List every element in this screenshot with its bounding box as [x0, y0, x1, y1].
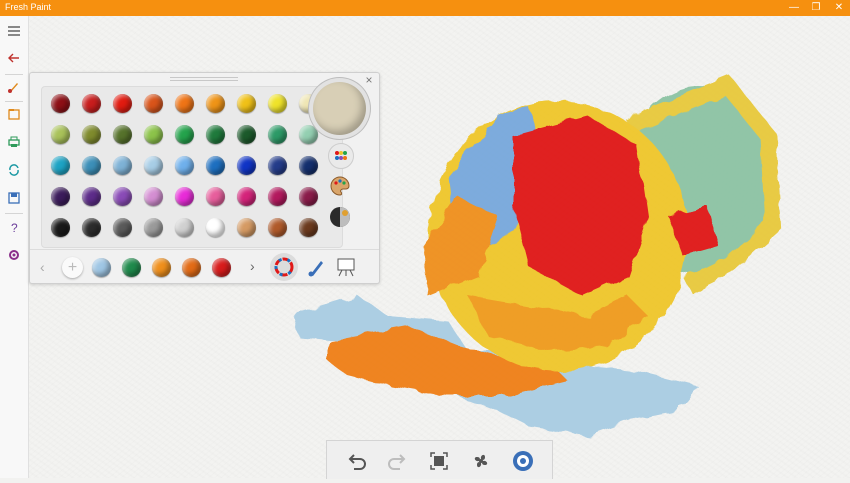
bottom-toolbar	[326, 440, 553, 479]
undo-icon[interactable]	[343, 447, 371, 475]
color-swatch-grid	[41, 86, 343, 248]
color-swatch[interactable]	[237, 156, 256, 175]
chevron-right-icon[interactable]: ›	[250, 258, 255, 274]
brush-settings-icon[interactable]	[509, 447, 537, 475]
color-swatch[interactable]	[113, 94, 132, 113]
color-palette-icon[interactable]	[328, 143, 354, 169]
sidebar-divider	[5, 101, 23, 102]
add-color-button[interactable]: +	[62, 257, 83, 278]
color-swatch[interactable]	[237, 125, 256, 144]
color-swatch[interactable]	[237, 187, 256, 206]
title-bar: Fresh Paint — ❐ ✕	[0, 0, 850, 16]
close-window-button[interactable]: ✕	[828, 0, 850, 16]
paintbrush-icon[interactable]	[306, 256, 328, 278]
color-swatch[interactable]	[175, 218, 194, 237]
color-swatch[interactable]	[299, 156, 318, 175]
color-swatch[interactable]	[299, 187, 318, 206]
color-swatch[interactable]	[51, 218, 70, 237]
color-swatch[interactable]	[206, 218, 225, 237]
color-swatch[interactable]	[113, 187, 132, 206]
mixing-well[interactable]	[313, 82, 366, 135]
color-swatch[interactable]	[206, 187, 225, 206]
color-swatch[interactable]	[299, 218, 318, 237]
color-swatch[interactable]	[237, 94, 256, 113]
fit-icon[interactable]	[425, 447, 453, 475]
sidebar-divider	[5, 74, 23, 75]
color-swatch[interactable]	[51, 187, 70, 206]
color-swatch[interactable]	[82, 94, 101, 113]
color-swatch[interactable]	[144, 187, 163, 206]
sidebar: ?	[0, 16, 29, 478]
color-swatch[interactable]	[175, 94, 194, 113]
recent-color-swatch[interactable]	[182, 258, 201, 277]
menu-icon[interactable]	[0, 20, 28, 42]
sidebar-divider	[5, 213, 23, 214]
color-swatch[interactable]	[268, 125, 287, 144]
color-swatch[interactable]	[175, 187, 194, 206]
color-swatch[interactable]	[175, 125, 194, 144]
color-swatch[interactable]	[206, 125, 225, 144]
color-swatch[interactable]	[82, 125, 101, 144]
fan-icon[interactable]	[467, 447, 495, 475]
settings-icon[interactable]	[0, 244, 28, 266]
back-icon[interactable]	[0, 47, 28, 69]
color-swatch[interactable]	[51, 94, 70, 113]
redo-icon[interactable]	[383, 447, 411, 475]
color-swatch[interactable]	[237, 218, 256, 237]
save-icon[interactable]	[0, 187, 28, 209]
recent-color-swatch[interactable]	[92, 258, 111, 277]
share-icon[interactable]	[0, 159, 28, 181]
recent-colors-strip: ‹ + ›	[30, 249, 379, 284]
color-swatch[interactable]	[51, 156, 70, 175]
open-icon[interactable]	[0, 103, 28, 125]
color-swatch[interactable]	[113, 218, 132, 237]
color-swatch[interactable]	[268, 218, 287, 237]
color-swatch[interactable]	[299, 125, 318, 144]
color-swatch[interactable]	[144, 218, 163, 237]
color-swatch[interactable]	[82, 218, 101, 237]
maximize-button[interactable]: ❐	[805, 0, 827, 16]
color-swatch[interactable]	[144, 156, 163, 175]
print-icon[interactable]	[0, 131, 28, 153]
close-palette-button[interactable]: ×	[363, 74, 375, 86]
recent-color-swatch[interactable]	[212, 258, 231, 277]
drag-handle[interactable]	[170, 77, 238, 83]
minimize-button[interactable]: —	[783, 0, 805, 16]
color-swatch[interactable]	[144, 94, 163, 113]
color-palette-panel: × ‹ + ›	[29, 72, 380, 284]
color-swatch[interactable]	[113, 125, 132, 144]
app-title: Fresh Paint	[5, 2, 52, 12]
color-swatch[interactable]	[206, 156, 225, 175]
color-swatch[interactable]	[113, 156, 132, 175]
svg-text:?: ?	[11, 221, 18, 234]
recent-color-swatch[interactable]	[122, 258, 141, 277]
easel-icon[interactable]	[335, 256, 357, 278]
color-swatch[interactable]	[82, 156, 101, 175]
color-swatch[interactable]	[268, 187, 287, 206]
paint-palette-icon[interactable]	[328, 174, 352, 198]
color-swatch[interactable]	[268, 156, 287, 175]
color-wheel-icon[interactable]	[270, 253, 298, 281]
color-swatch[interactable]	[268, 94, 287, 113]
color-swatch[interactable]	[175, 156, 194, 175]
color-swatch[interactable]	[51, 125, 70, 144]
chevron-left-icon[interactable]: ‹	[40, 259, 45, 275]
color-swatch[interactable]	[144, 125, 163, 144]
color-swatch[interactable]	[82, 187, 101, 206]
recent-color-swatch[interactable]	[152, 258, 171, 277]
color-swatch[interactable]	[206, 94, 225, 113]
brush-icon[interactable]	[0, 76, 28, 98]
color-picker-icon[interactable]	[328, 205, 352, 229]
help-icon[interactable]: ?	[0, 216, 28, 238]
